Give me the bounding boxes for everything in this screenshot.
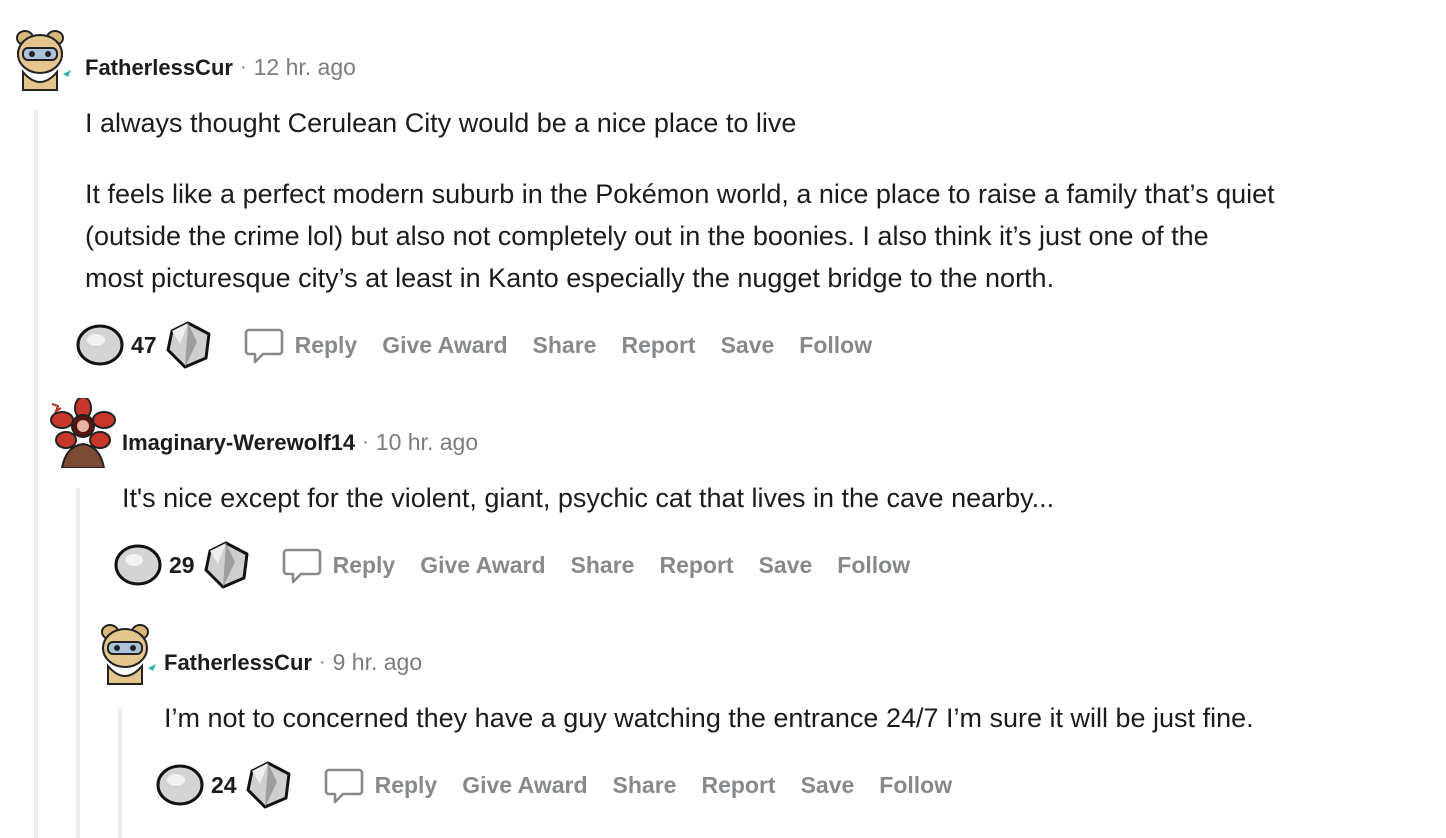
cat-avatar-icon[interactable] <box>90 618 160 688</box>
follow-button[interactable]: Follow <box>879 772 952 799</box>
meta-separator: · <box>318 651 326 673</box>
username-link[interactable]: FatherlessCur <box>164 650 312 676</box>
share-button[interactable]: Share <box>613 772 677 799</box>
save-button[interactable]: Save <box>801 772 855 799</box>
timestamp[interactable]: 9 hr. ago <box>333 649 423 676</box>
comment-paragraph: I’m not to concerned they have a guy wat… <box>164 703 1254 733</box>
vote-score: 24 <box>211 771 237 798</box>
give-award-button[interactable]: Give Award <box>462 772 587 799</box>
report-button[interactable]: Report <box>701 772 775 799</box>
downvote-icon[interactable] <box>243 760 293 810</box>
comment-bubble-icon[interactable] <box>323 764 365 806</box>
upvote-icon[interactable] <box>155 760 205 810</box>
comment: FatherlessCur · 9 hr. ago I’m not to con… <box>0 0 1446 838</box>
comment-body: I’m not to concerned they have a guy wat… <box>164 697 1254 739</box>
comment-meta: FatherlessCur · 9 hr. ago <box>164 649 422 676</box>
reply-button[interactable]: Reply <box>375 772 438 799</box>
comment-actions: 24 Reply Give Award Share Report Save Fo… <box>155 760 977 810</box>
